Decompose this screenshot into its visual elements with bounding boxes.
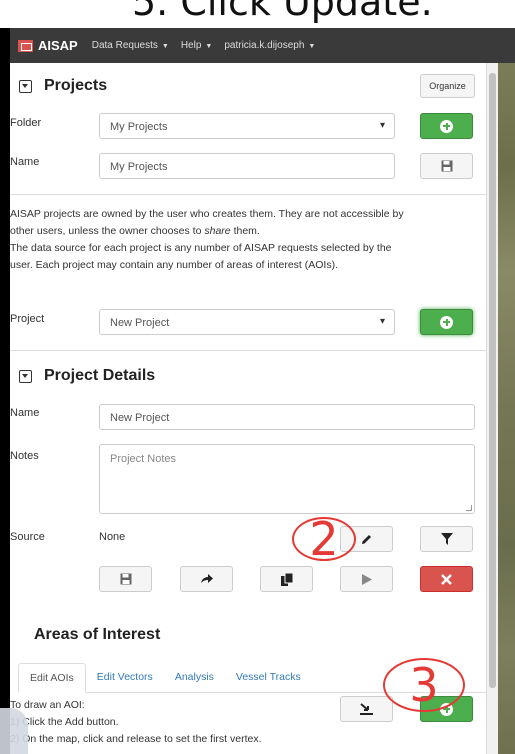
tab-edit-vectors[interactable]: Edit Vectors [86,663,164,693]
window-frame-left [0,28,10,754]
tab-vessel-tracks[interactable]: Vessel Tracks [225,663,312,693]
tab-edit-aois[interactable]: Edit AOIs [18,663,86,693]
navbar: AISAP Data Requests ▼ Help ▼ patricia.k.di… [10,28,515,63]
panel-scrollbar[interactable] [486,63,498,754]
top-instruction-banner: 5. Click Update. [0,0,515,28]
divider [10,194,486,195]
arrow-right-icon [200,574,213,583]
import-aoi-button[interactable] [340,696,393,722]
caret-down-icon: ▼ [308,43,316,50]
project-select[interactable]: New Project [99,309,395,335]
toggle-collapse-icon[interactable] [19,79,32,93]
aoi-title: Areas of Interest [34,626,161,643]
brand-name: AISAP [38,38,78,53]
corner-decoration [0,708,28,754]
project-details-header[interactable]: Project Details [19,367,155,385]
brand[interactable]: AISAP [18,38,78,53]
project-name-input[interactable]: New Project [99,404,475,430]
source-value: None [99,531,126,543]
aoi-instructions: To draw an AOI: 1) Click the Add button.… [10,699,262,745]
tab-analysis[interactable]: Analysis [164,663,225,693]
play-icon [361,573,372,585]
annotation-step-2: 2 [292,512,356,566]
copy-icon [280,572,293,586]
filter-icon [440,533,453,545]
aisap-logo-icon [18,39,33,52]
add-folder-button[interactable] [420,113,473,139]
nav-help[interactable]: Help ▼ [181,40,213,51]
toggle-collapse-icon[interactable] [19,369,32,383]
save-folder-button[interactable] [420,153,473,179]
save-icon [441,160,452,172]
project-details-title: Project Details [44,367,156,384]
projects-header[interactable]: Projects [19,77,107,95]
nav-data-requests[interactable]: Data Requests ▼ [92,40,169,51]
run-project-button[interactable] [340,566,393,592]
resize-grip-icon[interactable] [466,505,472,511]
save-project-button[interactable] [99,566,152,592]
project-label: Project [10,313,45,325]
folder-name-input[interactable]: My Projects [99,153,395,179]
caret-down-icon: ▼ [161,43,169,50]
map-view[interactable] [498,63,515,754]
folder-select[interactable]: My Projects [99,113,395,139]
circle-plus-icon [440,119,453,133]
caret-down-icon: ▼ [205,43,213,50]
circle-plus-icon [440,315,453,329]
pencil-icon [362,534,371,544]
copy-project-button[interactable] [260,566,313,592]
notes-label: Notes [10,450,39,462]
folder-label: Folder [10,117,42,129]
nav-user-menu[interactable]: patricia.k.dijoseph ▼ [224,40,315,51]
import-icon [360,703,373,715]
folder-name-label: Name [10,156,40,168]
scrollbar-thumb[interactable] [489,73,496,688]
projects-panel: Projects Organize Folder My Projects Nam… [10,63,486,754]
delete-project-button[interactable] [420,566,473,592]
source-label: Source [10,531,45,543]
add-project-button[interactable] [420,309,473,335]
annotation-step-3: 3 [383,658,465,712]
share-project-button[interactable] [180,566,233,592]
project-notes-textarea[interactable]: Project Notes [99,444,475,514]
project-name-label: Name [10,407,40,419]
divider [10,350,486,351]
save-icon [120,573,131,585]
filter-button[interactable] [420,526,473,552]
organize-button[interactable]: Organize [420,74,475,98]
projects-description: AISAP projects are owned by the user who… [10,208,404,271]
projects-title: Projects [44,77,108,94]
close-icon [441,573,452,585]
instruction-text: 5. Click Update. [132,0,433,24]
